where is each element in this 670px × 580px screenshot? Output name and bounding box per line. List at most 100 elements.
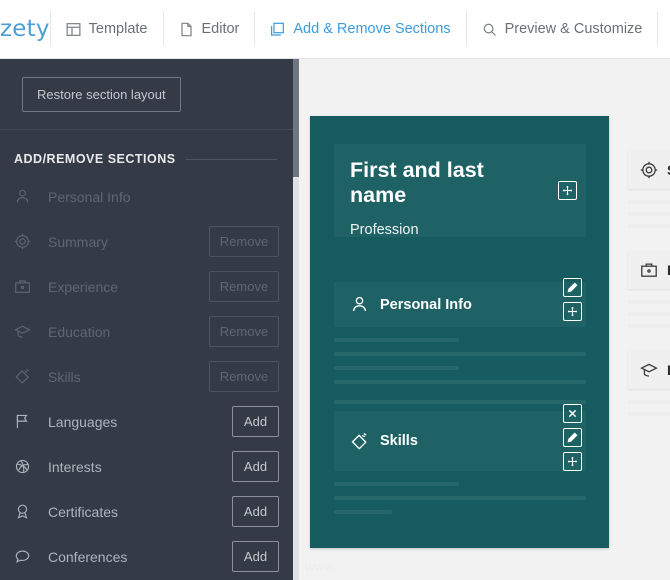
skills-icon xyxy=(350,432,369,451)
header-rule xyxy=(185,158,277,160)
sidebar-item-interests[interactable]: Interests Add xyxy=(0,444,293,489)
add-button[interactable]: Add xyxy=(232,541,279,572)
preview-card-summary[interactable]: S xyxy=(628,150,670,228)
resume-name: First and last name xyxy=(350,158,484,207)
sidebar-item-languages[interactable]: Languages Add xyxy=(0,399,293,444)
add-remove-sections-header: ADD/REMOVE SECTIONS xyxy=(0,130,293,166)
award-icon xyxy=(14,503,44,520)
resume-preview-area: www. First and last name Profession Pers… xyxy=(299,59,670,580)
zety-logo[interactable]: zety xyxy=(0,0,50,58)
skills-icon xyxy=(14,368,44,385)
nav-item-preview-customize[interactable]: Preview & Customize xyxy=(467,0,658,58)
close-button-skills[interactable] xyxy=(563,404,582,423)
sidebar-item-skills[interactable]: Skills Remove xyxy=(0,354,293,399)
nav-item-link[interactable]: C xyxy=(658,0,670,58)
placeholder-line xyxy=(334,400,586,404)
card-header: S xyxy=(628,150,670,189)
sidebar-item-conferences[interactable]: Conferences Add xyxy=(0,534,293,579)
nav-item-add-remove-sections-label: Add & Remove Sections xyxy=(293,21,451,37)
ball-icon xyxy=(14,458,44,475)
resume-section-skills[interactable]: Skills xyxy=(334,411,586,471)
nav-item-add-remove-sections[interactable]: Add & Remove Sections xyxy=(255,0,465,58)
resume-section-personal-info[interactable]: Personal Info xyxy=(334,282,586,327)
placeholder-line xyxy=(628,200,670,204)
placeholder-line xyxy=(334,366,459,370)
placeholder-line xyxy=(334,510,392,514)
target-icon xyxy=(640,161,658,179)
sidebar-panel: Restore section layout ADD/REMOVE SECTIO… xyxy=(0,59,293,580)
resume-document: First and last name Profession Personal … xyxy=(310,116,609,548)
remove-button[interactable]: Remove xyxy=(209,316,279,347)
sections-icon xyxy=(270,22,285,37)
sidebar-item-summary[interactable]: Summary Remove xyxy=(0,219,293,264)
add-button[interactable]: Add xyxy=(232,406,279,437)
briefcase-icon xyxy=(640,261,658,279)
sidebar-item-label: Interests xyxy=(48,458,102,475)
person-icon xyxy=(350,295,369,314)
restore-section-layout-button[interactable]: Restore section layout xyxy=(22,76,181,112)
nav-item-template-label: Template xyxy=(88,21,148,37)
search-icon xyxy=(482,22,497,37)
add-button[interactable]: Add xyxy=(232,496,279,527)
nav-item-preview-customize-label: Preview & Customize xyxy=(504,21,643,37)
sections-list: Personal Info Summary Remove Experience … xyxy=(0,166,293,579)
briefcase-icon xyxy=(14,278,44,295)
target-icon xyxy=(14,233,44,250)
placeholder-line xyxy=(628,312,670,316)
placeholder-line xyxy=(628,224,670,228)
template-icon xyxy=(66,22,81,37)
top-navigation-bar: zety Template Editor Add & Remove Sectio… xyxy=(0,0,670,59)
placeholder-line xyxy=(334,482,459,486)
sidebar-item-label: Languages xyxy=(48,413,118,430)
remove-button[interactable]: Remove xyxy=(209,271,279,302)
restore-layout-bar: Restore section layout xyxy=(0,59,293,130)
sidebar-scrollbar-track[interactable] xyxy=(293,59,299,580)
placeholder-line xyxy=(334,338,459,342)
card-header: E xyxy=(628,250,670,289)
speech-bubble-icon xyxy=(14,548,44,565)
sidebar-item-label: Summary xyxy=(48,233,108,250)
resume-profession: Profession xyxy=(350,222,419,238)
section-title: Skills xyxy=(380,433,418,449)
preview-card-education[interactable]: E xyxy=(628,350,670,416)
sidebar-scrollbar-thumb[interactable] xyxy=(293,59,299,177)
placeholder-line xyxy=(334,380,586,384)
card-header: E xyxy=(628,350,670,389)
placeholder-line xyxy=(628,400,670,404)
sidebar-item-label: Conferences xyxy=(48,548,128,565)
move-handle-skills[interactable] xyxy=(563,452,582,471)
sidebar-item-label: Education xyxy=(48,323,111,340)
preview-card-experience[interactable]: E xyxy=(628,250,670,328)
nav-item-editor-label: Editor xyxy=(201,21,240,37)
section-title: Personal Info xyxy=(380,296,472,313)
resume-header-block[interactable]: First and last name Profession xyxy=(334,144,586,238)
placeholder-line xyxy=(628,212,670,216)
remove-button[interactable]: Remove xyxy=(209,361,279,392)
sidebar-item-label: Personal Info xyxy=(48,188,131,205)
nav-item-editor[interactable]: Editor xyxy=(164,0,255,58)
add-button[interactable]: Add xyxy=(232,451,279,482)
sidebar-item-label: Certificates xyxy=(48,503,119,520)
nav-item-template[interactable]: Template xyxy=(51,0,163,58)
move-handle-header[interactable] xyxy=(558,181,577,200)
watermark-text: www. xyxy=(305,559,337,574)
placeholder-line xyxy=(628,300,670,304)
placeholder-line xyxy=(628,412,670,416)
edit-button-skills[interactable] xyxy=(563,428,582,447)
sidebar-item-label: Skills xyxy=(48,368,81,385)
graduation-cap-icon xyxy=(640,361,658,379)
sidebar-item-experience[interactable]: Experience Remove xyxy=(0,264,293,309)
sidebar-item-certificates[interactable]: Certificates Add xyxy=(0,489,293,534)
sidebar-item-education[interactable]: Education Remove xyxy=(0,309,293,354)
sidebar-item-label: Experience xyxy=(48,278,119,295)
placeholder-line xyxy=(628,324,670,328)
sidebar-item-personal-info[interactable]: Personal Info xyxy=(0,174,293,219)
remove-button[interactable]: Remove xyxy=(209,226,279,257)
edit-button-personal-info[interactable] xyxy=(563,278,582,297)
move-handle-personal-info[interactable] xyxy=(563,302,582,321)
section-title-row: Skills xyxy=(334,411,586,471)
graduation-cap-icon xyxy=(14,323,44,340)
person-icon xyxy=(14,188,44,205)
section-title-row: Personal Info xyxy=(334,282,586,327)
document-icon xyxy=(179,22,194,37)
